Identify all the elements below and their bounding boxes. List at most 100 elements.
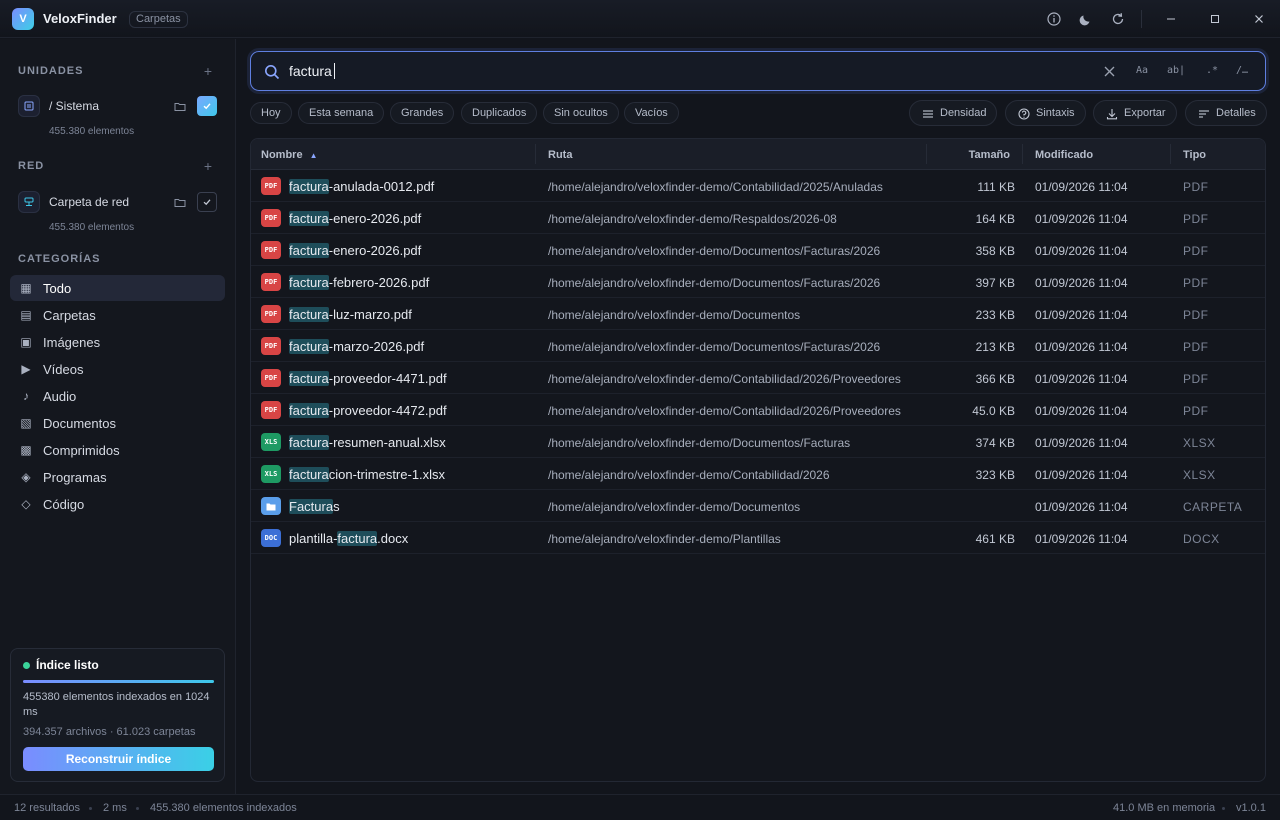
category-icon: ▦ <box>20 281 32 295</box>
regex-toggle[interactable]: .* <box>1206 65 1218 76</box>
file-modified: 01/09/2026 11:04 <box>1035 244 1128 258</box>
network-drive-checkbox[interactable] <box>197 192 217 212</box>
title-bar: V VeloxFinder Carpetas <box>0 0 1280 38</box>
category-item[interactable]: ◈ Programas <box>10 464 225 490</box>
filter-duplicates[interactable]: Duplicados <box>461 102 538 124</box>
status-time: 2 ms <box>103 802 127 814</box>
details-label: Detalles <box>1216 107 1256 119</box>
column-resizer[interactable] <box>1170 144 1171 164</box>
category-item[interactable]: ▩ Comprimidos <box>10 437 225 463</box>
details-button[interactable]: Detalles <box>1185 100 1267 126</box>
column-resizer[interactable] <box>926 144 927 164</box>
file-size: 461 KB <box>975 532 1015 546</box>
export-label: Exportar <box>1124 107 1166 119</box>
drive-system-count: 455.380 elementos <box>49 126 135 137</box>
status-separator <box>89 807 92 810</box>
table-row[interactable]: PDF factura-proveedor-4471.pdf/home/aleja… <box>251 362 1265 394</box>
column-resizer[interactable] <box>1022 144 1023 164</box>
add-network-icon[interactable]: + <box>202 159 214 173</box>
category-item[interactable]: ♪ Audio <box>10 383 225 409</box>
column-modified[interactable]: Modificado <box>1035 149 1093 161</box>
file-name-suffix: -proveedor-4471.pdf <box>328 371 447 386</box>
table-row[interactable]: PDF factura-marzo-2026.pdf/home/alejandro… <box>251 330 1265 362</box>
search-input[interactable] <box>289 61 1069 81</box>
category-item[interactable]: ▦ Todo <box>10 275 225 301</box>
open-network-folder-icon[interactable] <box>173 196 186 209</box>
table-row[interactable]: PDF factura-febrero-2026.pdf/home/alejand… <box>251 266 1265 298</box>
path-search-toggle[interactable]: /… <box>1236 65 1248 76</box>
file-type: CARPETA <box>1183 500 1243 514</box>
whole-word-toggle[interactable]: ab| <box>1167 65 1185 76</box>
column-name[interactable]: Nombre ▲ <box>261 149 318 161</box>
status-separator <box>136 807 139 810</box>
table-row[interactable]: PDF factura-luz-marzo.pdf/home/alejandro/… <box>251 298 1265 330</box>
syntax-button[interactable]: Sintaxis <box>1005 100 1086 126</box>
status-version: v1.0.1 <box>1236 802 1266 814</box>
file-name: facturacion-trimestre-1.xlsx <box>289 467 445 482</box>
file-name-suffix: -anulada-0012.pdf <box>328 179 435 194</box>
category-item[interactable]: ▣ Imágenes <box>10 329 225 355</box>
column-resizer[interactable] <box>535 144 536 164</box>
clear-search-icon[interactable] <box>1102 64 1116 78</box>
filter-large[interactable]: Grandes <box>390 102 455 124</box>
table-row[interactable]: DOC plantilla-factura.docx/home/alejandro… <box>251 522 1265 554</box>
table-row[interactable]: PDF factura-enero-2026.pdf/home/alejandro… <box>251 234 1265 266</box>
category-label: Todo <box>43 280 72 296</box>
pdf-file-icon: PDF <box>261 369 281 387</box>
file-path: /home/alejandro/veloxfinder-demo/Documen… <box>548 500 801 514</box>
file-type: PDF <box>1183 340 1209 354</box>
table-row[interactable]: Facturas/home/alejandro/veloxfinder-demo… <box>251 490 1265 522</box>
open-folder-icon[interactable] <box>173 100 186 113</box>
file-type: PDF <box>1183 404 1209 418</box>
file-name: factura-anulada-0012.pdf <box>289 179 434 194</box>
export-button[interactable]: Exportar <box>1093 100 1177 126</box>
filter-this-week[interactable]: Esta semana <box>298 102 385 124</box>
pdf-file-icon: PDF <box>261 241 281 259</box>
table-row[interactable]: XLS facturacion-trimestre-1.xlsx/home/ale… <box>251 458 1265 490</box>
category-item[interactable]: ◇ Código <box>10 491 225 517</box>
moon-icon[interactable] <box>1078 11 1094 27</box>
app-logo: V <box>12 8 34 30</box>
match-highlight: factura <box>289 275 329 290</box>
mode-chip[interactable]: Carpetas <box>129 11 188 28</box>
table-row[interactable]: PDF factura-anulada-0012.pdf/home/alejand… <box>251 170 1265 202</box>
file-name-suffix: s <box>333 499 340 514</box>
search-bar: Aa ab| .* /… <box>250 51 1266 91</box>
file-name-suffix: -resumen-anual.xlsx <box>328 435 446 450</box>
category-icon: ▶ <box>21 362 31 376</box>
match-case-toggle[interactable]: Aa <box>1136 65 1148 76</box>
system-drive-checkbox[interactable] <box>197 96 217 116</box>
category-item[interactable]: ▤ Carpetas <box>10 302 225 328</box>
maximize-icon[interactable] <box>1207 11 1223 27</box>
refresh-icon[interactable] <box>1110 11 1126 27</box>
info-icon[interactable] <box>1046 11 1062 27</box>
table-row[interactable]: PDF factura-proveedor-4472.pdf/home/aleja… <box>251 394 1265 426</box>
file-name: factura-enero-2026.pdf <box>289 243 421 258</box>
table-row[interactable]: PDF factura-enero-2026.pdf/home/alejandro… <box>251 202 1265 234</box>
category-icon: ▧ <box>20 416 32 430</box>
category-item[interactable]: ▶ Vídeos <box>10 356 225 382</box>
column-path[interactable]: Ruta <box>548 149 572 161</box>
add-unit-icon[interactable]: + <box>202 64 214 78</box>
drive-network-name[interactable]: Carpeta de red <box>49 195 129 209</box>
file-size: 111 KB <box>977 180 1015 194</box>
column-size[interactable]: Tamaño <box>931 149 1010 161</box>
rebuild-index-button[interactable]: Reconstruir índice <box>23 747 214 771</box>
close-icon[interactable] <box>1251 11 1267 27</box>
file-size: 397 KB <box>975 276 1015 290</box>
file-path: /home/alejandro/veloxfinder-demo/Documen… <box>548 340 881 354</box>
column-type[interactable]: Tipo <box>1183 149 1206 161</box>
file-name: plantilla-factura.docx <box>289 531 408 546</box>
xls-file-icon: XLS <box>261 465 281 483</box>
match-highlight: Factura <box>289 499 334 514</box>
file-name-suffix: -proveedor-4472.pdf <box>328 403 447 418</box>
table-row[interactable]: XLS factura-resumen-anual.xlsx/home/aleja… <box>251 426 1265 458</box>
filter-no-hidden[interactable]: Sin ocultos <box>543 102 619 124</box>
filter-today[interactable]: Hoy <box>250 102 292 124</box>
density-button[interactable]: Densidad <box>909 100 998 126</box>
category-item[interactable]: ▧ Documentos <box>10 410 225 436</box>
filter-empty[interactable]: Vacíos <box>624 102 679 124</box>
drive-system-name[interactable]: / Sistema <box>49 99 99 113</box>
file-type: PDF <box>1183 244 1209 258</box>
minimize-icon[interactable] <box>1163 11 1179 27</box>
